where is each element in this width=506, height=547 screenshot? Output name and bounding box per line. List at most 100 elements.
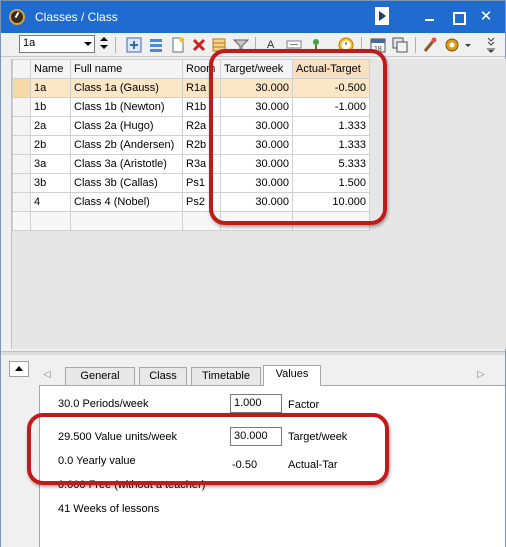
cell-name[interactable]: 4 (30, 192, 71, 212)
row-header (12, 173, 31, 193)
empty-cell (182, 211, 221, 231)
cell-room[interactable]: R2b (182, 135, 221, 155)
class-spinner[interactable] (97, 35, 111, 53)
cell-room[interactable]: Ps2 (182, 192, 221, 212)
cell-target-week[interactable]: 30.000 (220, 192, 293, 212)
cell-target-week[interactable]: 30.000 (220, 135, 293, 155)
column-header-name[interactable]: Name (30, 59, 71, 79)
table-row[interactable]: 1a Class 1a (Gauss) R1a 30.000 -0.500 (12, 78, 370, 98)
spreadsheet-icon[interactable] (210, 36, 228, 54)
cell-actual-target[interactable]: -1.000 (292, 97, 370, 117)
chevron-down-icon[interactable] (84, 42, 92, 46)
cell-target-week[interactable]: 30.000 (220, 116, 293, 136)
cell-name[interactable]: 2a (30, 116, 71, 136)
calendar-day-label: 18 (374, 46, 382, 53)
calendar-icon[interactable]: 18 (369, 36, 387, 54)
copy-icon[interactable] (391, 36, 409, 54)
cell-full-name[interactable]: Class 1b (Newton) (70, 97, 183, 117)
cell-full-name[interactable]: Class 1a (Gauss) (70, 78, 183, 98)
column-header-full-name[interactable]: Full name (70, 59, 183, 79)
spin-up-icon[interactable] (100, 37, 108, 41)
cell-full-name[interactable]: Class 4 (Nobel) (70, 192, 183, 212)
cell-room[interactable]: R1a (182, 78, 221, 98)
close-button[interactable]: ✕ (475, 7, 497, 27)
cell-name[interactable]: 1b (30, 97, 71, 117)
font-color-icon[interactable]: A (263, 36, 281, 54)
row-header (12, 154, 31, 174)
column-header-actual-target[interactable]: Actual-Target (292, 59, 370, 79)
cell-target-week[interactable]: 30.000 (220, 173, 293, 193)
class-table: Name Full name Room Target/week Actual-T… (12, 59, 370, 231)
factor-label: Factor (288, 399, 320, 411)
actual-target-value: -0.50 (232, 459, 258, 471)
tab-scroll-right-icon[interactable]: ▷ (477, 369, 485, 380)
row-header-corner (12, 59, 31, 79)
column-header-room[interactable]: Room (182, 59, 221, 79)
tab-scroll-left-icon[interactable]: ◁ (43, 369, 51, 380)
cell-name[interactable]: 3b (30, 173, 71, 193)
more-icon[interactable] (485, 36, 497, 54)
value-units-label: 29.500 Value units/week (58, 431, 178, 443)
cell-actual-target[interactable]: 1.500 (292, 173, 370, 193)
list-view-icon[interactable] (147, 36, 165, 54)
row-header (12, 192, 31, 212)
settings-icon[interactable] (443, 36, 461, 54)
cell-full-name[interactable]: Class 3b (Callas) (70, 173, 183, 193)
empty-cell (30, 211, 71, 231)
filter-icon[interactable] (232, 36, 250, 54)
reset-format-icon[interactable] (285, 36, 303, 54)
class-select[interactable]: 1a (19, 35, 95, 53)
window-title: Classes / Class (35, 10, 118, 24)
table-row[interactable]: 2b Class 2b (Andersen) R2b 30.000 1.333 (12, 135, 370, 155)
brush-icon[interactable] (421, 36, 439, 54)
table-row[interactable]: 1b Class 1b (Newton) R1b 30.000 -1.000 (12, 97, 370, 117)
toolbar-separator (361, 37, 362, 53)
target-week-field[interactable]: 30.000 (230, 427, 282, 446)
cell-target-week[interactable]: 30.000 (220, 78, 293, 98)
delete-icon[interactable] (190, 36, 208, 54)
spin-down-icon[interactable] (100, 45, 108, 49)
tab-general[interactable]: General (65, 367, 135, 385)
tree-icon[interactable] (307, 36, 325, 54)
pin-icon[interactable] (375, 7, 389, 25)
cell-actual-target[interactable]: 1.333 (292, 135, 370, 155)
cell-actual-target[interactable]: -0.500 (292, 78, 370, 98)
cell-actual-target[interactable]: 10.000 (292, 192, 370, 212)
cell-full-name[interactable]: Class 3a (Aristotle) (70, 154, 183, 174)
actual-target-label: Actual-Tar (288, 459, 338, 471)
minimize-button[interactable] (419, 7, 441, 27)
factor-field[interactable]: 1.000 (230, 394, 282, 413)
new-record-icon[interactable] (125, 36, 143, 54)
row-header (12, 135, 31, 155)
cell-room[interactable]: R3a (182, 154, 221, 174)
cell-actual-target[interactable]: 1.333 (292, 116, 370, 136)
new-document-icon[interactable] (169, 36, 187, 54)
cell-name[interactable]: 3a (30, 154, 71, 174)
collapse-button[interactable] (9, 361, 29, 377)
tab-values[interactable]: Values (263, 365, 321, 386)
empty-cell (12, 211, 31, 231)
cell-actual-target[interactable]: 5.333 (292, 154, 370, 174)
cell-full-name[interactable]: Class 2b (Andersen) (70, 135, 183, 155)
clock-icon[interactable] (337, 36, 355, 54)
weeks-of-lessons-label: 41 Weeks of lessons (58, 503, 160, 515)
detail-pane: ◁ ▷ General Class Timetable Values 30.0 … (1, 355, 505, 547)
cell-room[interactable]: R1b (182, 97, 221, 117)
cell-name[interactable]: 1a (30, 78, 71, 98)
tab-class[interactable]: Class (139, 367, 187, 385)
cell-name[interactable]: 2b (30, 135, 71, 155)
cell-room[interactable]: R2a (182, 116, 221, 136)
tab-timetable[interactable]: Timetable (191, 367, 261, 385)
table-row[interactable]: 2a Class 2a (Hugo) R2a 30.000 1.333 (12, 116, 370, 136)
column-header-target-week[interactable]: Target/week (220, 59, 293, 79)
table-row[interactable]: 3a Class 3a (Aristotle) R3a 30.000 5.333 (12, 154, 370, 174)
table-row[interactable]: 4 Class 4 (Nobel) Ps2 30.000 10.000 (12, 192, 370, 212)
table-row[interactable]: 3b Class 3b (Callas) Ps1 30.000 1.500 (12, 173, 370, 193)
cell-room[interactable]: Ps1 (182, 173, 221, 193)
maximize-button[interactable] (447, 7, 469, 27)
cell-full-name[interactable]: Class 2a (Hugo) (70, 116, 183, 136)
settings-dropdown-icon[interactable] (463, 36, 473, 54)
cell-target-week[interactable]: 30.000 (220, 97, 293, 117)
cell-target-week[interactable]: 30.000 (220, 154, 293, 174)
row-header (12, 116, 31, 136)
